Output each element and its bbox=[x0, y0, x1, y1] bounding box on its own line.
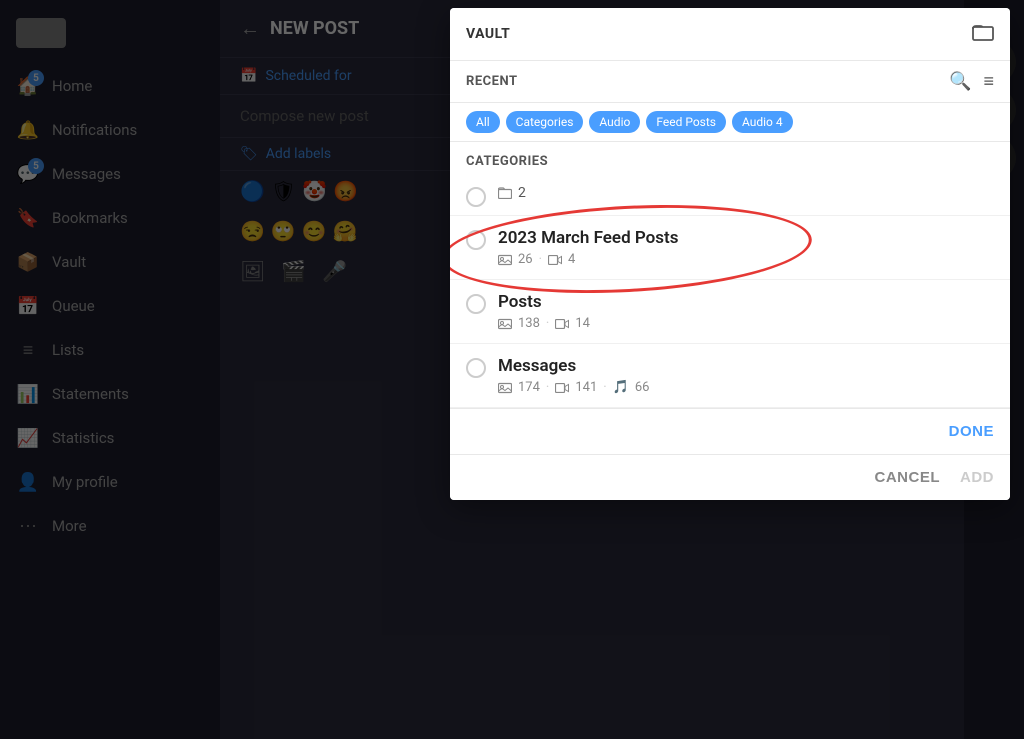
category-info-posts: Posts 138 · 14 bbox=[498, 292, 994, 331]
add-button[interactable]: ADD bbox=[960, 469, 994, 486]
march-posts-meta: 26 · 4 bbox=[498, 252, 994, 267]
vault-header-bar: VAULT bbox=[450, 8, 1010, 61]
messages-photo-count: 174 bbox=[518, 380, 540, 395]
dot-4: · bbox=[603, 380, 606, 395]
messages-video-icon bbox=[555, 383, 569, 393]
posts-video-count: 14 bbox=[575, 316, 590, 331]
category-radio-posts[interactable] bbox=[466, 294, 486, 314]
category-item-march-posts[interactable]: 2023 March Feed Posts 26 · bbox=[450, 216, 1010, 280]
messages-audio-count: 66 bbox=[635, 380, 650, 395]
dot-2: · bbox=[546, 316, 549, 331]
posts-meta: 138 · 14 bbox=[498, 316, 994, 331]
search-icon[interactable]: 🔍 bbox=[949, 71, 971, 92]
posts-photo-icon bbox=[498, 318, 512, 330]
category-item-messages[interactable]: Messages 174 · 141 bbox=[450, 344, 1010, 408]
march-video-icon bbox=[548, 255, 562, 265]
filter-icon[interactable]: ≡ bbox=[983, 71, 994, 92]
chip-audio[interactable]: Audio bbox=[589, 111, 640, 133]
chip-all[interactable]: All bbox=[466, 111, 500, 133]
march-video-count: 4 bbox=[568, 252, 575, 267]
chip-categories[interactable]: Categories bbox=[506, 111, 584, 133]
folder2-meta: 2 bbox=[498, 185, 994, 201]
category-item-posts[interactable]: Posts 138 · 14 bbox=[450, 280, 1010, 344]
category-radio-folder2[interactable] bbox=[466, 187, 486, 207]
done-bar: DONE bbox=[450, 408, 1010, 454]
vault-title: VAULT bbox=[466, 26, 510, 42]
march-photo-count: 26 bbox=[518, 252, 533, 267]
posts-photo-count: 138 bbox=[518, 316, 540, 331]
category-item-folder2[interactable]: 2 bbox=[450, 177, 1010, 216]
posts-name: Posts bbox=[498, 292, 994, 312]
messages-audio-icon: 🎵 bbox=[613, 380, 629, 395]
category-info-folder2: 2 bbox=[498, 185, 994, 201]
category-info-march: 2023 March Feed Posts 26 · bbox=[498, 228, 994, 267]
recent-label: RECENT bbox=[466, 74, 518, 89]
dot-1: · bbox=[539, 252, 542, 267]
chip-feed-posts[interactable]: Feed Posts bbox=[646, 111, 726, 133]
march-posts-name: 2023 March Feed Posts bbox=[498, 228, 994, 248]
folder2-folder-icon bbox=[498, 187, 512, 199]
recent-icons: 🔍 ≡ bbox=[949, 71, 994, 92]
cancel-button[interactable]: CANCEL bbox=[875, 469, 941, 486]
modal-footer: CANCEL ADD bbox=[450, 454, 1010, 500]
messages-cat-name: Messages bbox=[498, 356, 994, 376]
chip-audio4[interactable]: Audio 4 bbox=[732, 111, 793, 133]
messages-video-count: 141 bbox=[575, 380, 597, 395]
messages-meta: 174 · 141 · 🎵 66 bbox=[498, 380, 994, 395]
messages-photo-icon bbox=[498, 382, 512, 394]
category-radio-messages[interactable] bbox=[466, 358, 486, 378]
category-info-messages: Messages 174 · 141 bbox=[498, 356, 994, 395]
folder2-count: 2 bbox=[518, 185, 526, 201]
recent-bar: RECENT 🔍 ≡ bbox=[450, 61, 1010, 103]
vault-modal: VAULT RECENT 🔍 ≡ All Categories Audio Fe… bbox=[450, 8, 1010, 500]
march-photo-icon bbox=[498, 254, 512, 266]
done-button[interactable]: DONE bbox=[949, 423, 994, 440]
category-radio-march[interactable] bbox=[466, 230, 486, 250]
dot-3: · bbox=[546, 380, 549, 395]
categories-label: CATEGORIES bbox=[450, 142, 1010, 177]
vault-folder-icon bbox=[972, 22, 994, 46]
posts-video-icon bbox=[555, 319, 569, 329]
recent-chips-row: All Categories Audio Feed Posts Audio 4 bbox=[450, 103, 1010, 142]
